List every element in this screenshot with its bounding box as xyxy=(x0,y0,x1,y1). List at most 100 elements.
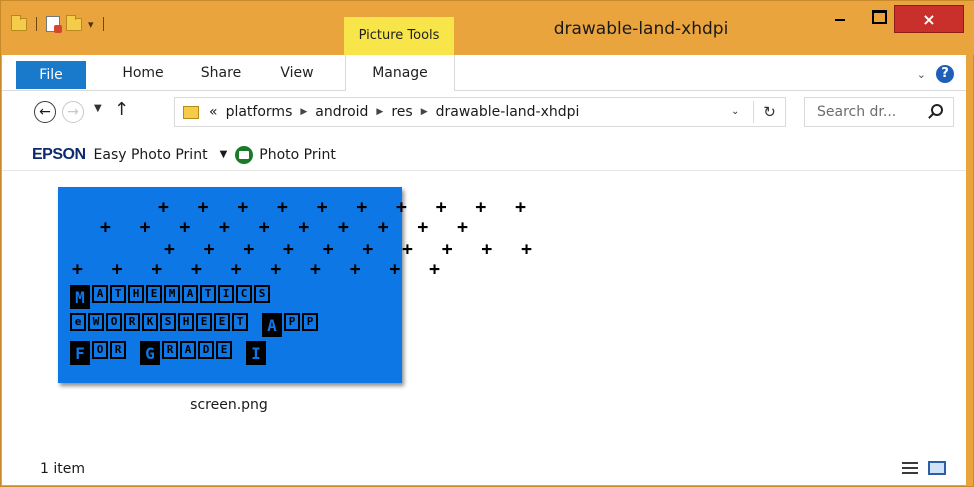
epson-logo: EPSON xyxy=(32,145,86,163)
thumbnail-letter-box: E xyxy=(216,341,232,359)
picture-tools-label: Picture Tools xyxy=(344,17,454,55)
thumbnail-letter-box: S xyxy=(160,313,176,331)
thumbnail-letter-box: A xyxy=(92,285,108,303)
breadcrumb-separator-icon[interactable]: ▶ xyxy=(421,107,428,117)
photo-print-label: Photo Print xyxy=(259,146,336,163)
address-bar[interactable]: « platforms ▶ android ▶ res ▶ drawable-l… xyxy=(174,97,786,127)
photo-print-button[interactable]: Photo Print xyxy=(235,145,336,164)
file-list-pane: + + + + + + + + + + + + + + + + + + + + … xyxy=(2,171,966,453)
thumbnail-letter-box: W xyxy=(88,313,104,331)
properties-icon[interactable] xyxy=(46,16,62,33)
thumbnail-letter-box: M xyxy=(164,285,180,303)
customize-qat-chevron-icon[interactable]: ▾ xyxy=(88,18,94,31)
easy-photo-print-label: Easy Photo Print xyxy=(93,146,208,163)
thumbnail-letter-box: I xyxy=(246,341,266,365)
image-thumbnail: + + + + + + + + + + + + + + + + + + + + … xyxy=(58,187,532,383)
thumbnail-letter-box: R xyxy=(110,341,126,359)
easy-photo-print-button[interactable]: Easy Photo Print ▼ xyxy=(94,147,228,163)
thumbnail-letter-box: K xyxy=(142,313,158,331)
thumbnail-letter-box: E xyxy=(214,313,230,331)
thumbnail-text-line-2: eWORKSHEETAPP xyxy=(70,313,318,337)
breadcrumb-separator-icon[interactable]: ▶ xyxy=(300,107,307,117)
thumbnail-letter-box: E xyxy=(146,285,162,303)
breadcrumb-item-res[interactable]: res xyxy=(391,104,412,120)
large-icons-view-icon[interactable] xyxy=(928,461,946,475)
close-icon: × xyxy=(922,9,936,29)
details-view-icon[interactable] xyxy=(902,461,918,475)
plus-row-decoration: + + + + + + + + + + xyxy=(100,217,477,238)
folder-icon xyxy=(183,105,199,119)
thumbnail-letter-box: I xyxy=(218,285,234,303)
thumbnail-letter-box: O xyxy=(106,313,122,331)
ribbon-right-controls: ⌄ ? xyxy=(917,65,954,83)
thumbnail-letter-box: A xyxy=(182,285,198,303)
search-icon[interactable] xyxy=(931,104,943,116)
thumbnail-word-gap xyxy=(250,313,260,337)
qat-separator xyxy=(36,17,37,31)
thumbnail-text-line-1: MATHEMATICS xyxy=(70,285,270,309)
breadcrumb-item-platforms[interactable]: platforms xyxy=(226,104,293,120)
search-input[interactable]: Search dr... xyxy=(804,97,954,127)
thumbnail-letter-box: P xyxy=(284,313,300,331)
printer-icon xyxy=(235,145,254,164)
breadcrumb-separator-icon[interactable]: ▶ xyxy=(376,107,383,117)
breadcrumb: « platforms ▶ android ▶ res ▶ drawable-l… xyxy=(209,104,579,120)
thumbnail-letter-box: R xyxy=(124,313,140,331)
close-button[interactable]: × xyxy=(894,5,964,33)
tab-view[interactable]: View xyxy=(262,55,332,91)
navigation-bar: ← → ▼ ↑ « platforms ▶ android ▶ res ▶ dr… xyxy=(2,91,966,139)
thumbnail-word-gap xyxy=(128,341,138,365)
plus-row-decoration: + + + + + + + + + + xyxy=(72,259,449,280)
expand-ribbon-chevron-icon[interactable]: ⌄ xyxy=(917,68,926,81)
thumbnail-letter-box: C xyxy=(236,285,252,303)
tab-share[interactable]: Share xyxy=(186,55,256,91)
thumbnail-letter-box: S xyxy=(254,285,270,303)
help-icon[interactable]: ? xyxy=(936,65,954,83)
quick-access-toolbar: ▾ xyxy=(11,11,107,37)
window-title: drawable-land-xhdpi xyxy=(553,19,729,39)
folder-icon[interactable] xyxy=(11,14,27,31)
thumbnail-letter-box: e xyxy=(70,313,86,331)
file-name-label[interactable]: screen.png xyxy=(40,397,418,413)
thumbnail-letter-box: H xyxy=(128,285,144,303)
breadcrumb-item-android[interactable]: android xyxy=(315,104,368,120)
maximize-button[interactable] xyxy=(863,1,893,35)
thumbnail-letter-box: F xyxy=(70,341,90,365)
recent-locations-chevron-icon[interactable]: ▼ xyxy=(94,103,102,114)
thumbnail-letter-box: T xyxy=(200,285,216,303)
item-count: 1 item xyxy=(40,461,85,477)
refresh-icon[interactable]: ↻ xyxy=(753,101,785,123)
thumbnail-text-line-3: FORGRADEI xyxy=(70,341,266,365)
forward-button[interactable]: → xyxy=(62,101,84,123)
file-item[interactable]: + + + + + + + + + + + + + + + + + + + + … xyxy=(40,181,532,421)
plus-row-decoration: + + + + + + + + + + xyxy=(158,197,535,218)
minimize-button[interactable] xyxy=(817,1,863,35)
easy-photo-print-chevron-icon[interactable]: ▼ xyxy=(220,149,228,160)
up-arrow-icon[interactable]: ↑ xyxy=(114,99,129,120)
thumbnail-letter-box: M xyxy=(70,285,90,309)
epson-toolbar: EPSON Easy Photo Print ▼ Photo Print xyxy=(2,139,966,171)
thumbnail-letter-box: H xyxy=(178,313,194,331)
tab-file[interactable]: File xyxy=(16,61,86,89)
thumbnail-letter-box: E xyxy=(196,313,212,331)
breadcrumb-item-drawable-land-xhdpi[interactable]: drawable-land-xhdpi xyxy=(436,104,580,120)
thumbnail-letter-box: O xyxy=(92,341,108,359)
thumbnail-letter-box: D xyxy=(198,341,214,359)
new-folder-icon[interactable] xyxy=(66,14,82,31)
thumbnail-letter-box: A xyxy=(262,313,282,337)
search-placeholder: Search dr... xyxy=(817,104,897,120)
thumbnail-word-gap xyxy=(234,341,244,365)
tab-manage[interactable]: Manage xyxy=(345,55,455,91)
address-history-chevron-icon[interactable]: ⌄ xyxy=(731,106,739,117)
thumbnail-letter-box: T xyxy=(110,285,126,303)
title-bar: ▾ Picture Tools drawable-land-xhdpi × xyxy=(1,1,974,55)
plus-row-decoration: + + + + + + + + + + xyxy=(164,239,541,260)
tab-home[interactable]: Home xyxy=(108,55,178,91)
back-button[interactable]: ← xyxy=(34,101,56,123)
view-switcher xyxy=(902,461,946,475)
status-bar: 1 item xyxy=(2,453,966,485)
ribbon-tabs: File Home Share View Manage ⌄ ? xyxy=(2,55,966,91)
breadcrumb-overflow-icon[interactable]: « xyxy=(209,104,218,120)
thumbnail-letter-box: T xyxy=(232,313,248,331)
thumbnail-letter-box: P xyxy=(302,313,318,331)
